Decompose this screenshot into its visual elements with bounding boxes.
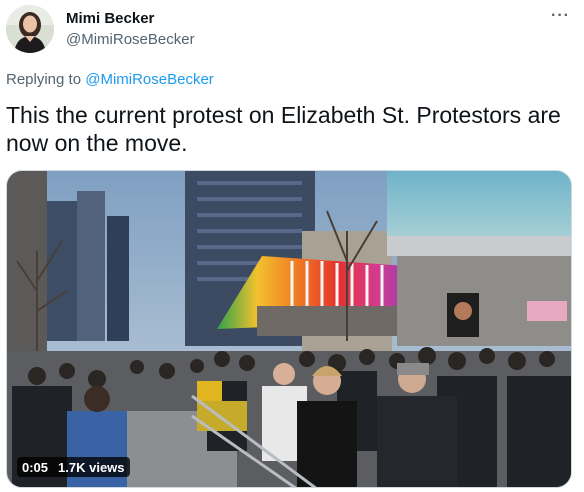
more-options-icon[interactable]: ···	[551, 7, 570, 25]
avatar[interactable]	[6, 5, 54, 53]
replying-to: Replying to @MimiRoseBecker	[6, 71, 214, 88]
video-player[interactable]: 0:05 1.7K views	[6, 170, 572, 488]
video-stats-badge: 0:05 1.7K views	[17, 457, 130, 477]
avatar-image	[6, 5, 54, 53]
video-frame	[7, 171, 571, 487]
replying-to-handle-link[interactable]: @MimiRoseBecker	[85, 71, 214, 88]
replying-to-label: Replying to	[6, 71, 82, 88]
video-duration: 0:05	[22, 459, 49, 475]
tweet-text: This the current protest on Elizabeth St…	[6, 102, 561, 156]
video-views: 1.7K views	[58, 459, 125, 475]
tweet-header: Mimi Becker @MimiRoseBecker ···	[6, 5, 578, 55]
author-name[interactable]: Mimi Becker	[66, 10, 154, 27]
author-handle[interactable]: @MimiRoseBecker	[66, 31, 195, 48]
